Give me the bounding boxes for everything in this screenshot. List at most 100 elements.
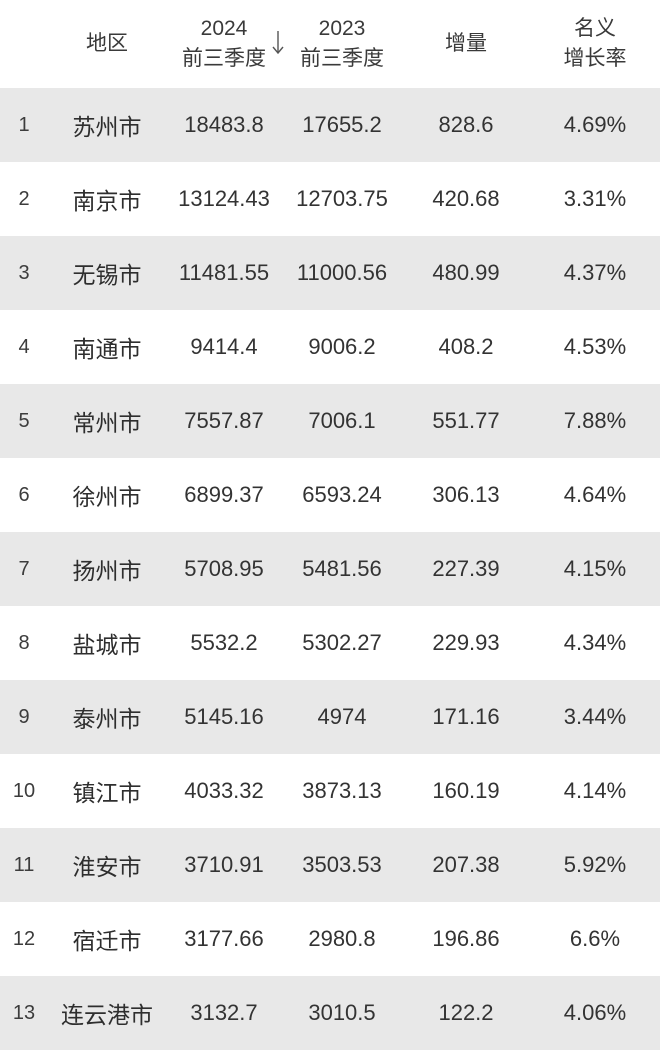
table-row[interactable]: 9 泰州市 5145.16 4974 171.16 3.44% [0, 680, 660, 754]
cell-growth-rate: 4.14% [563, 778, 627, 803]
table-row[interactable]: 11 淮安市 3710.91 3503.53 207.38 5.92% [0, 828, 660, 902]
cell-rank: 3 [18, 261, 30, 284]
cell-gdp-2024: 9414.4 [190, 334, 258, 359]
cell-increment: 229.93 [432, 630, 500, 655]
cell-region: 南京市 [72, 188, 142, 214]
cell-gdp-2024: 13124.43 [178, 186, 270, 211]
cell-rank: 12 [12, 927, 36, 950]
cell-growth-rate: 4.34% [563, 630, 627, 655]
table-row[interactable]: 3 无锡市 11481.55 11000.56 480.99 4.37% [0, 236, 660, 310]
table-row[interactable]: 4 南通市 9414.4 9006.2 408.2 4.53% [0, 310, 660, 384]
cell-growth-rate: 4.69% [563, 112, 627, 137]
column-header-increment-label: 增量 [445, 32, 487, 55]
cell-rank: 5 [18, 409, 30, 432]
table-row[interactable]: 12 宿迁市 3177.66 2980.8 196.86 6.6% [0, 902, 660, 976]
cell-increment: 408.2 [438, 334, 494, 359]
cell-rank: 13 [12, 1001, 36, 1024]
table-row[interactable]: 2 南京市 13124.43 12703.75 420.68 3.31% [0, 162, 660, 236]
column-header-2023[interactable]: 2023 前三季度 [282, 0, 402, 88]
cell-region: 徐州市 [72, 484, 142, 510]
cell-increment: 171.16 [432, 704, 500, 729]
cell-gdp-2023: 5481.56 [302, 556, 382, 581]
cell-increment: 196.86 [432, 926, 500, 951]
cell-rank: 7 [18, 557, 30, 580]
column-header-growth-rate[interactable]: 名义 增长率 [530, 0, 660, 88]
cell-growth-rate: 3.44% [563, 704, 627, 729]
cell-growth-rate: 4.37% [563, 260, 627, 285]
cell-region: 无锡市 [72, 262, 142, 288]
cell-gdp-2024: 3177.66 [184, 926, 264, 951]
cell-gdp-2023: 2980.8 [308, 926, 376, 951]
cell-growth-rate: 6.6% [569, 926, 621, 951]
cell-rank: 1 [18, 113, 30, 136]
table-row[interactable]: 13 连云港市 3132.7 3010.5 122.2 4.06% [0, 976, 660, 1050]
cell-increment: 306.13 [432, 482, 500, 507]
cell-growth-rate: 5.92% [563, 852, 627, 877]
cell-growth-rate: 4.15% [563, 556, 627, 581]
column-header-2024[interactable]: 2024 前三季度 [166, 0, 284, 88]
cell-growth-rate: 4.64% [563, 482, 627, 507]
column-header-increment[interactable]: 增量 [402, 0, 530, 88]
cell-increment: 207.38 [432, 852, 500, 877]
column-header-growth-rate-line1: 名义 [574, 17, 616, 40]
cell-growth-rate: 3.31% [563, 186, 627, 211]
cell-region: 连云港市 [61, 1002, 153, 1028]
cell-increment: 160.19 [432, 778, 500, 803]
cell-gdp-2024: 5708.95 [184, 556, 264, 581]
table-row[interactable]: 6 徐州市 6899.37 6593.24 306.13 4.64% [0, 458, 660, 532]
cell-gdp-2023: 17655.2 [302, 112, 382, 137]
table-row[interactable]: 8 盐城市 5532.2 5302.27 229.93 4.34% [0, 606, 660, 680]
column-header-2023-year: 2023 [318, 17, 366, 40]
table-row[interactable]: 1 苏州市 18483.8 17655.2 828.6 4.69% [0, 88, 660, 162]
cell-region: 宿迁市 [72, 928, 142, 954]
cell-gdp-2023: 6593.24 [302, 482, 382, 507]
cell-rank: 6 [18, 483, 30, 506]
cell-gdp-2024: 6899.37 [184, 482, 264, 507]
column-header-region[interactable]: 地区 [48, 0, 166, 88]
column-header-2024-year: 2024 [200, 17, 248, 40]
table-header-row: 地区 2024 前三季度 2023 前三季度 增量 名义 增长率 [0, 0, 660, 88]
column-header-growth-rate-line2: 增长率 [563, 47, 627, 70]
table-row[interactable]: 10 镇江市 4033.32 3873.13 160.19 4.14% [0, 754, 660, 828]
cell-rank: 4 [18, 335, 30, 358]
cell-increment: 551.77 [432, 408, 500, 433]
cell-increment: 227.39 [432, 556, 500, 581]
cell-region: 淮安市 [72, 854, 142, 880]
cell-rank: 8 [18, 631, 30, 654]
cell-region: 扬州市 [72, 558, 142, 584]
cell-growth-rate: 7.88% [563, 408, 627, 433]
cell-rank: 10 [12, 779, 36, 802]
cell-increment: 122.2 [438, 1000, 494, 1025]
cell-gdp-2024: 4033.32 [184, 778, 264, 803]
cell-growth-rate: 4.53% [563, 334, 627, 359]
table-body: 1 苏州市 18483.8 17655.2 828.6 4.69% 2 南京市 13124.43… [0, 88, 660, 1050]
cell-region: 镇江市 [72, 780, 142, 806]
table-row[interactable]: 5 常州市 7557.87 7006.1 551.77 7.88% [0, 384, 660, 458]
column-header-2023-period: 前三季度 [300, 47, 384, 70]
table-row[interactable]: 7 扬州市 5708.95 5481.56 227.39 4.15% [0, 532, 660, 606]
cell-region: 苏州市 [72, 114, 142, 140]
cell-gdp-2023: 7006.1 [308, 408, 376, 433]
cell-increment: 480.99 [432, 260, 500, 285]
cell-gdp-2023: 9006.2 [308, 334, 376, 359]
column-header-region-label: 地区 [86, 32, 128, 55]
cell-growth-rate: 4.06% [563, 1000, 627, 1025]
cell-gdp-2024: 3710.91 [184, 852, 264, 877]
cell-increment: 420.68 [432, 186, 500, 211]
cell-gdp-2024: 5532.2 [190, 630, 258, 655]
column-header-rank [0, 0, 48, 88]
cell-rank: 11 [13, 853, 35, 876]
column-header-2024-period: 前三季度 [182, 47, 266, 70]
cell-region: 泰州市 [72, 706, 142, 732]
cell-gdp-2023: 3503.53 [302, 852, 382, 877]
cell-gdp-2023: 3010.5 [308, 1000, 376, 1025]
cell-gdp-2024: 18483.8 [184, 112, 264, 137]
cell-gdp-2024: 3132.7 [190, 1000, 258, 1025]
cell-gdp-2023: 12703.75 [296, 186, 388, 211]
cell-gdp-2023: 5302.27 [302, 630, 382, 655]
cell-increment: 828.6 [438, 112, 494, 137]
cell-gdp-2023: 4974 [317, 704, 367, 729]
cell-region: 常州市 [72, 410, 142, 436]
data-table: 地区 2024 前三季度 2023 前三季度 增量 名义 增长率 1 苏州市 184… [0, 0, 660, 1050]
cell-rank: 2 [18, 187, 30, 210]
